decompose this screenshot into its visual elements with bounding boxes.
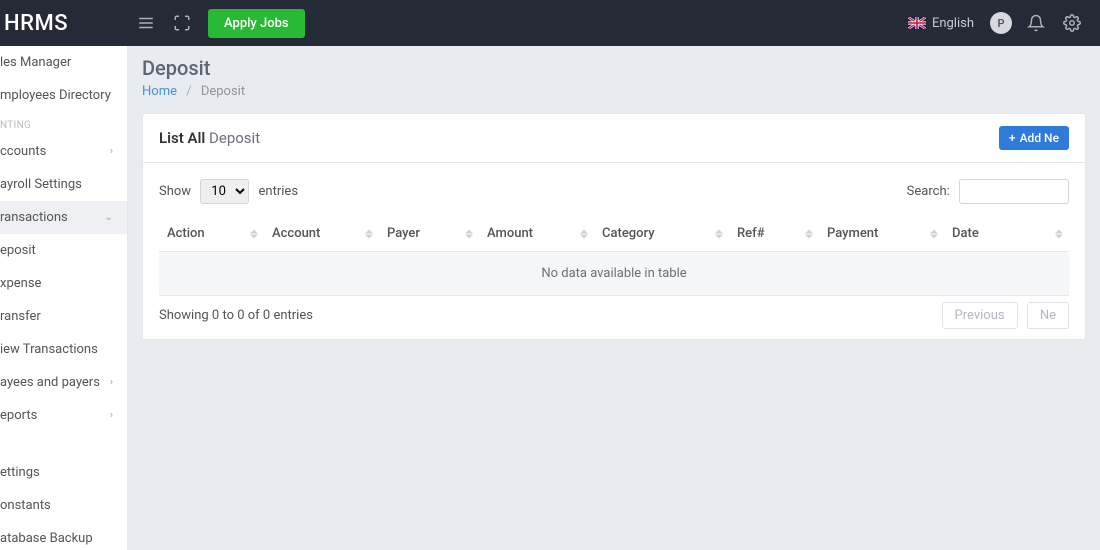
topbar: HRMS Apply Jobs English P	[0, 0, 1100, 46]
add-new-button[interactable]: + Add Ne	[999, 126, 1069, 150]
menu-toggle-icon[interactable]	[128, 5, 164, 41]
chevron-down-icon: ⌄	[105, 212, 117, 223]
sort-icon	[465, 229, 473, 238]
sidebar-item-accounts[interactable]: ccounts ›	[0, 135, 127, 168]
card-header: List All Deposit + Add Ne	[143, 114, 1085, 163]
entries-label: entries	[259, 184, 299, 199]
pagination-next[interactable]: Ne	[1027, 302, 1069, 329]
sidebar-item-label: xpense	[0, 276, 41, 291]
sidebar-item-label: les Manager	[0, 55, 71, 70]
sidebar-item-label: eposit	[0, 243, 36, 258]
sidebar-item-employees-directory[interactable]: mployees Directory	[0, 79, 127, 112]
page-title: Deposit	[142, 56, 1086, 80]
column-header[interactable]: Account	[264, 216, 379, 252]
chevron-right-icon: ›	[110, 146, 117, 157]
pagination: Previous Ne	[936, 308, 1069, 323]
sidebar-item-deposit[interactable]: eposit	[0, 234, 127, 267]
sort-icon	[1055, 229, 1063, 238]
table-empty-message: No data available in table	[159, 252, 1069, 296]
sidebar-item-payees-payers[interactable]: ayees and payers ›	[0, 366, 127, 399]
sidebar-item-label: ayroll Settings	[0, 177, 82, 192]
add-new-label: Add Ne	[1020, 131, 1059, 145]
sidebar-group-accounting: nting	[0, 112, 127, 135]
sidebar-item-label: ccounts	[0, 144, 46, 159]
sidebar-item-view-transactions[interactable]: iew Transactions	[0, 333, 127, 366]
sidebar-item-database-backup[interactable]: atabase Backup	[0, 522, 127, 550]
gear-icon[interactable]	[1054, 5, 1090, 41]
sidebar-item-label: onstants	[0, 498, 51, 513]
column-header[interactable]: Ref#	[729, 216, 819, 252]
column-header[interactable]: Amount	[479, 216, 594, 252]
column-header[interactable]: Date	[944, 216, 1069, 252]
sidebar-item-transactions[interactable]: ransactions ⌄	[0, 201, 127, 234]
pagination-previous[interactable]: Previous	[942, 302, 1018, 329]
breadcrumb: Home / Deposit	[142, 84, 1086, 99]
card-title-light: Deposit	[209, 129, 260, 147]
sidebar-item-label: ransactions	[0, 210, 68, 225]
brand-logo: HRMS	[0, 11, 128, 36]
sidebar-item-label: ayees and payers	[0, 375, 100, 390]
sidebar-item-label: eports	[0, 408, 37, 423]
breadcrumb-home-link[interactable]: Home	[142, 84, 177, 99]
sidebar-item-reports[interactable]: eports ›	[0, 399, 127, 432]
language-label: English	[932, 16, 974, 31]
plus-icon: +	[1009, 131, 1016, 145]
sidebar-item-transfer[interactable]: ransfer	[0, 300, 127, 333]
sidebar-item-payroll-settings[interactable]: ayroll Settings	[0, 168, 127, 201]
card-title-bold: List All	[159, 129, 205, 147]
sidebar-item-label: ransfer	[0, 309, 41, 324]
sort-icon	[930, 229, 938, 238]
sort-icon	[580, 229, 588, 238]
search-input[interactable]	[959, 179, 1069, 204]
column-header[interactable]: Category	[594, 216, 729, 252]
chevron-right-icon: ›	[110, 410, 117, 421]
chevron-right-icon: ›	[110, 377, 117, 388]
fullscreen-icon[interactable]	[164, 5, 200, 41]
deposit-table: ActionAccountPayerAmountCategoryRef#Paym…	[159, 216, 1069, 296]
sidebar-item-constants[interactable]: onstants	[0, 489, 127, 522]
search-label: Search:	[907, 184, 950, 199]
sidebar-item-label: mployees Directory	[0, 88, 111, 103]
card-title: List All Deposit	[159, 129, 260, 147]
sort-icon	[365, 229, 373, 238]
show-label: Show	[159, 184, 191, 199]
sidebar: les Manager mployees Directory nting cco…	[0, 46, 128, 550]
flag-icon	[908, 17, 926, 29]
breadcrumb-current: Deposit	[201, 84, 245, 99]
list-card: List All Deposit + Add Ne Show 10 entrie…	[142, 113, 1086, 340]
apply-jobs-button[interactable]: Apply Jobs	[208, 9, 305, 38]
table-search-control: Search:	[907, 179, 1069, 204]
sidebar-item-expense[interactable]: xpense	[0, 267, 127, 300]
notifications-icon[interactable]	[1018, 5, 1054, 41]
table-length-control: Show 10 entries	[159, 179, 298, 204]
column-header[interactable]: Action	[159, 216, 264, 252]
breadcrumb-separator: /	[186, 84, 191, 99]
user-avatar[interactable]: P	[990, 12, 1012, 34]
sort-icon	[805, 229, 813, 238]
main-content: Deposit Home / Deposit List All Deposit …	[128, 46, 1100, 550]
sort-icon	[250, 229, 258, 238]
sidebar-item-label: iew Transactions	[0, 342, 98, 357]
sidebar-item-settings[interactable]: ettings	[0, 456, 127, 489]
card-body: Show 10 entries Search: ActionAccountPay…	[143, 163, 1085, 339]
sidebar-item-roles-manager[interactable]: les Manager	[0, 46, 127, 79]
column-header[interactable]: Payer	[379, 216, 479, 252]
table-info-text: Showing 0 to 0 of 0 entries	[159, 308, 313, 323]
sort-icon	[715, 229, 723, 238]
sidebar-item-label: atabase Backup	[0, 531, 93, 546]
sidebar-item-label: ettings	[0, 465, 40, 480]
column-header[interactable]: Payment	[819, 216, 944, 252]
entries-select[interactable]: 10	[200, 179, 249, 204]
language-selector[interactable]: English	[898, 16, 984, 31]
